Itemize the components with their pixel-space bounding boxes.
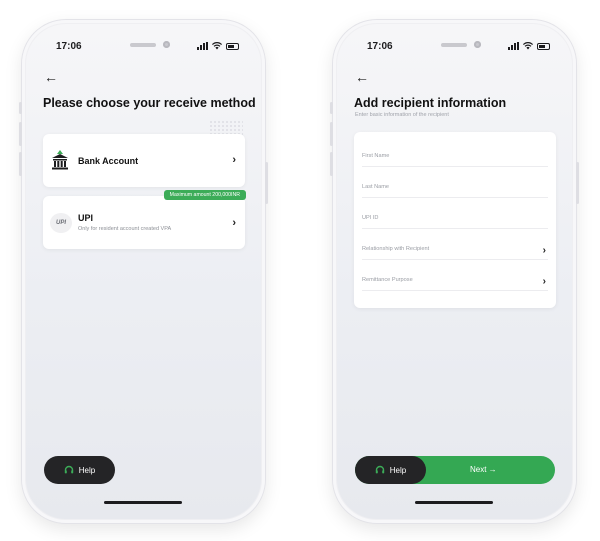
recipient-form: First Name Last Name UPI ID Relationship… — [354, 132, 556, 308]
phone-frame-recipient-info: 17:06 ← Add recipient information Enter … — [330, 20, 579, 523]
speaker-grille — [441, 43, 467, 47]
next-label: Next → — [470, 465, 497, 474]
chevron-right-icon: › — [542, 245, 546, 256]
front-camera — [163, 41, 170, 48]
status-icons — [197, 42, 239, 50]
back-arrow-icon[interactable]: ← — [44, 70, 58, 84]
headset-icon — [64, 465, 73, 474]
signal-icon — [197, 42, 208, 50]
battery-icon — [537, 42, 550, 50]
side-button — [330, 102, 333, 114]
volume-up-button — [19, 122, 22, 146]
upi-id-placeholder: UPI ID — [362, 215, 379, 221]
chevron-right-icon: › — [232, 217, 236, 229]
home-indicator[interactable] — [104, 501, 182, 504]
speaker-grille — [130, 43, 156, 47]
upi-logo-text: UPI — [55, 220, 66, 226]
chevron-right-icon: › — [542, 276, 546, 287]
headset-icon — [375, 465, 384, 474]
wifi-icon — [523, 42, 533, 50]
status-bar: 17:06 — [337, 41, 572, 55]
help-label: Help — [78, 465, 96, 475]
option-upi[interactable]: Maximum amount 200,000INR UPI UPI Only f… — [43, 190, 246, 249]
battery-icon — [226, 42, 239, 50]
screen-receive-method: 17:06 ← Please choose your receive metho… — [26, 24, 261, 519]
help-button[interactable]: Help — [44, 456, 115, 484]
upi-id-field[interactable]: UPI ID — [362, 198, 548, 229]
phone-frame-receive-method: 17:06 ← Please choose your receive metho… — [19, 20, 268, 523]
front-camera — [474, 41, 481, 48]
upi-logo-icon: UPI — [50, 213, 72, 233]
help-label: Help — [389, 465, 407, 475]
volume-up-button — [330, 122, 333, 146]
remittance-purpose-label: Remittance Purpose — [362, 277, 413, 283]
first-name-placeholder: First Name — [362, 153, 390, 159]
status-time: 17:06 — [367, 41, 393, 52]
status-icons — [508, 42, 550, 50]
bank-icon — [52, 150, 68, 170]
first-name-field[interactable]: First Name — [362, 136, 548, 167]
option-label: UPI — [78, 213, 94, 223]
option-bank-account[interactable]: Bank Account › — [43, 134, 245, 187]
home-indicator[interactable] — [415, 501, 493, 504]
last-name-placeholder: Last Name — [362, 184, 390, 190]
side-button — [19, 102, 22, 114]
volume-down-button — [19, 152, 22, 176]
option-label: Bank Account — [78, 156, 139, 166]
page-title: Please choose your receive method — [43, 96, 256, 110]
relationship-select[interactable]: Relationship with Recipient › — [362, 229, 548, 260]
status-bar: 17:06 — [26, 41, 261, 55]
relationship-label: Relationship with Recipient — [362, 246, 430, 252]
help-button[interactable]: Help — [355, 456, 426, 484]
volume-down-button — [330, 152, 333, 176]
back-arrow-icon[interactable]: ← — [355, 70, 369, 84]
power-button — [576, 162, 579, 204]
power-button — [265, 162, 268, 204]
screen-recipient-info: 17:06 ← Add recipient information Enter … — [337, 24, 572, 519]
status-time: 17:06 — [56, 41, 82, 52]
remittance-purpose-select[interactable]: Remittance Purpose › — [362, 260, 548, 291]
wifi-icon — [212, 42, 222, 50]
page-subtitle: Enter basic information of the recipient — [355, 112, 449, 118]
option-description: Only for resident account created VPA — [78, 226, 172, 232]
chevron-right-icon: › — [232, 154, 236, 166]
page-title: Add recipient information — [354, 96, 507, 110]
max-amount-badge: Maximum amount 200,000INR — [163, 190, 246, 200]
signal-icon — [508, 42, 519, 50]
last-name-field[interactable]: Last Name — [362, 167, 548, 198]
